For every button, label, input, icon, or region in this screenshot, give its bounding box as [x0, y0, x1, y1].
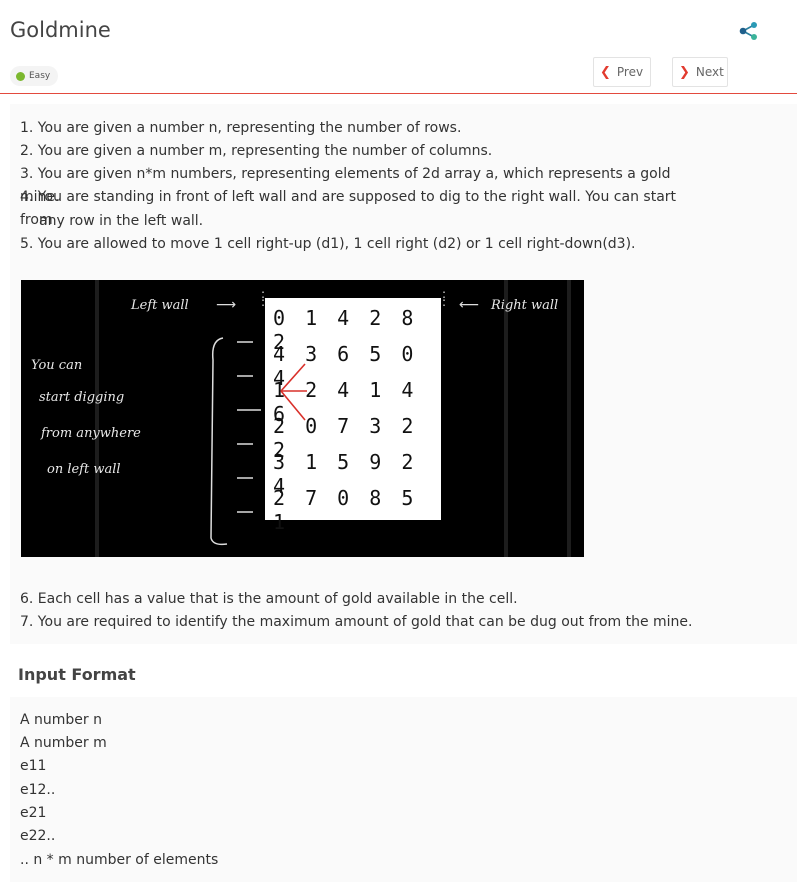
difficulty-dot-icon — [16, 71, 25, 81]
description-item: 7. You are required to identify the maxi… — [20, 614, 693, 630]
difficulty-label: Easy — [29, 71, 51, 81]
note-line: You can — [31, 358, 83, 373]
format-line: e11 — [20, 758, 47, 774]
share-icon[interactable] — [738, 20, 760, 42]
left-wall-bracket — [210, 337, 261, 546]
description-item: 5. You are allowed to move 1 cell right-… — [20, 236, 636, 252]
next-label: Next — [695, 65, 724, 79]
prev-label: Prev — [616, 65, 644, 79]
problem-title: Goldmine — [10, 18, 111, 42]
right-wall-arrow-icon: ⟵ — [459, 297, 480, 313]
difficulty-badge: Easy — [10, 66, 59, 86]
description-item: 6. Each cell has a value that is the amo… — [20, 591, 518, 607]
format-line: e21 — [20, 805, 47, 821]
input-format-card: A number n A number m e11 e12.. e21 e22.… — [10, 697, 797, 882]
format-line: .. n * m number of elements — [20, 852, 219, 868]
goldmine-figure: Left wall ⟶ :: :: ⟵ Right wall You can s… — [21, 280, 584, 557]
note-line: on left wall — [47, 462, 121, 477]
note-line: start digging — [39, 390, 125, 405]
description-item: any row in the left wall. — [39, 213, 204, 229]
move-arrows — [280, 363, 307, 421]
chevron-right-icon: ❯ — [679, 64, 690, 80]
figure-border — [567, 280, 571, 557]
format-line: A number n — [20, 712, 102, 728]
note-line: from anywhere — [41, 426, 141, 441]
left-wall-arrow-icon: ⟶ — [216, 297, 237, 313]
right-wall-label: Right wall — [491, 298, 559, 313]
mine-grid: 0 1 4 2 8 2 4 3 6 5 0 4 1 2 4 1 4 6 2 0 … — [265, 298, 441, 534]
description-item: 2. You are given a number m, representin… — [20, 143, 493, 159]
left-wall-label: Left wall — [131, 298, 189, 313]
format-line: e22.. — [20, 828, 56, 844]
right-wall-dash: :: — [442, 287, 447, 309]
input-format-heading: Input Format — [18, 665, 136, 684]
format-line: A number m — [20, 735, 107, 751]
description-card: 1. You are given a number n, representin… — [10, 104, 797, 644]
header-divider — [0, 93, 797, 94]
figure-border — [95, 280, 99, 557]
next-button[interactable]: ❯ Next — [672, 57, 728, 87]
description-item: 1. You are given a number n, representin… — [20, 120, 462, 136]
figure-border — [504, 280, 508, 557]
prev-button[interactable]: ❮ Prev — [593, 57, 651, 87]
format-line: e12.. — [20, 782, 56, 798]
chevron-left-icon: ❮ — [600, 64, 611, 80]
